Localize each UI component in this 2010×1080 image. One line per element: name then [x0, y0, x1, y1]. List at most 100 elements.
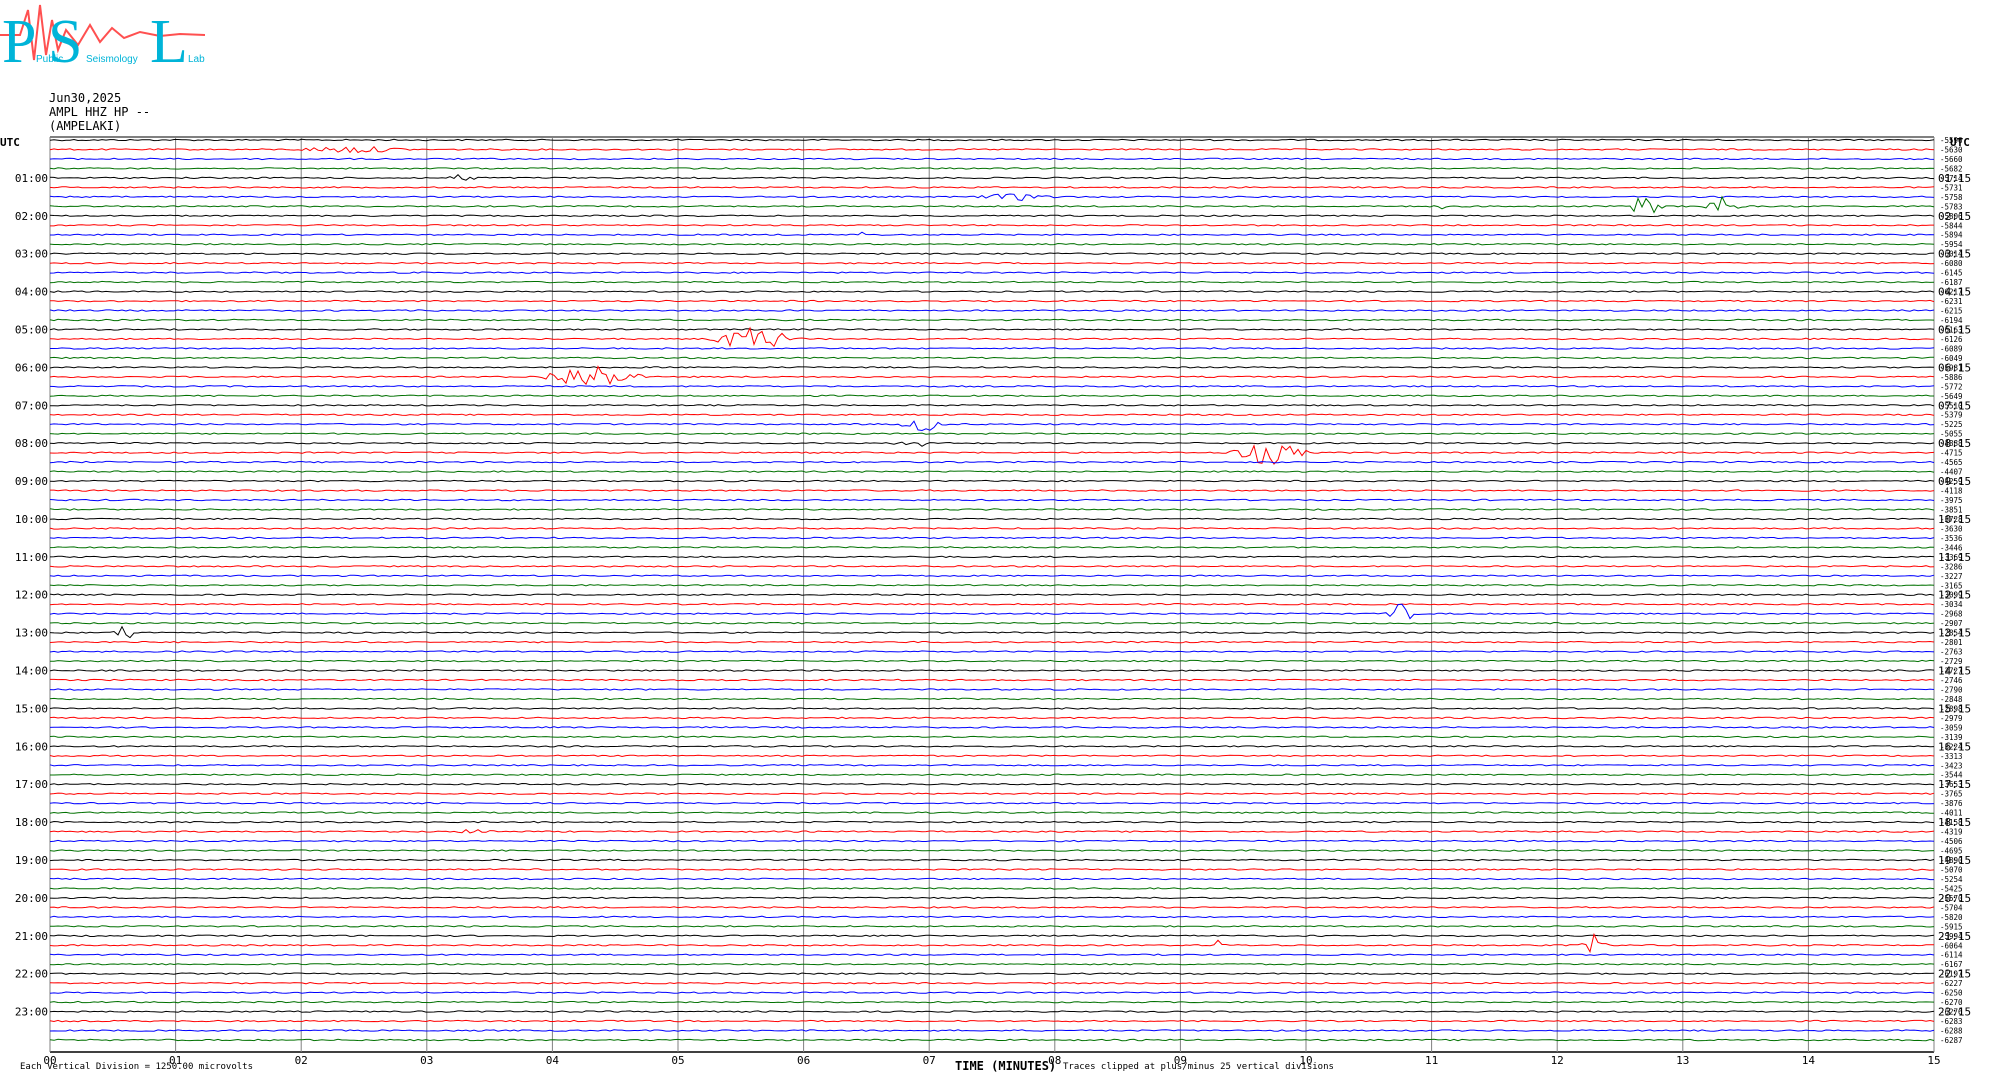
trace-offset-label: -3059	[1940, 723, 1963, 732]
seismic-trace-line	[49, 441, 1935, 447]
seismic-trace-line	[49, 145, 1935, 154]
seismic-trace-line	[49, 650, 1935, 653]
seismic-trace-line	[49, 460, 1935, 464]
x-tick-label: 12	[1551, 1054, 1564, 1067]
seismic-trace-line	[49, 688, 1935, 691]
x-tick-label: 15	[1927, 1054, 1940, 1067]
seismic-trace-line	[49, 173, 1935, 181]
right-hour-label: 02:15	[1938, 210, 1971, 223]
seismic-trace-line	[49, 1038, 1935, 1042]
seismic-trace-line	[49, 546, 1935, 549]
right-hour-label: 19:15	[1938, 854, 1971, 867]
right-hour-label: 20:15	[1938, 892, 1971, 905]
left-hour-label: 05:00	[15, 323, 48, 336]
seismic-trace-line	[49, 764, 1935, 767]
seismic-trace-line	[49, 517, 1935, 521]
seismic-trace-line	[49, 828, 1935, 834]
seismic-trace-line	[49, 214, 1935, 218]
left-hour-label: 18:00	[15, 816, 48, 829]
seismic-trace-line	[49, 413, 1935, 416]
right-hour-label: 08:15	[1938, 437, 1971, 450]
seismic-trace-line	[49, 242, 1935, 246]
seismic-trace-line	[49, 555, 1935, 559]
trace-offset-label: -5758	[1940, 193, 1963, 202]
seismic-trace-line	[49, 877, 1934, 881]
left-hour-label: 23:00	[15, 1006, 48, 1019]
right-hour-label: 07:15	[1938, 399, 1971, 412]
x-tick-label: 06	[797, 1054, 810, 1067]
left-hour-label: 20:00	[15, 892, 48, 905]
right-hour-label: 12:15	[1938, 589, 1971, 602]
trace-offset-label: -5820	[1940, 913, 1963, 922]
left-hour-label: 21:00	[15, 930, 48, 943]
left-hour-label: 02:00	[15, 210, 48, 223]
seismic-trace-line	[49, 782, 1935, 786]
seismic-trace-line	[49, 991, 1935, 994]
seismic-trace-line	[49, 138, 1935, 142]
seismic-trace-line	[49, 252, 1935, 255]
seismic-trace-line	[49, 280, 1935, 284]
axis-labels: 00 01 02 03 04 05 06 07 08 09 10 11 12 13 14 15-5596-56…	[0, 136, 1971, 1067]
seismic-trace-line	[49, 602, 1935, 606]
left-hour-label: 07:00	[15, 399, 48, 412]
trace-offset-label: -5772	[1940, 382, 1963, 391]
seismic-trace-line	[49, 820, 1935, 824]
right-hour-label: 03:15	[1938, 248, 1971, 261]
x-tick-label: 04	[546, 1054, 560, 1067]
seismic-trace-line	[49, 981, 1935, 985]
left-hour-label: 11:00	[15, 551, 48, 564]
right-hour-label: 17:15	[1938, 778, 1971, 791]
x-tick-label: 07	[923, 1054, 936, 1067]
seismic-trace-line	[49, 735, 1935, 739]
left-hour-label: 13:00	[15, 627, 48, 640]
seismic-trace-line	[49, 811, 1934, 814]
seismic-trace-line	[49, 356, 1935, 360]
right-hour-label: 15:15	[1938, 702, 1971, 715]
trace-offset-label: -5894	[1940, 231, 1963, 240]
right-hour-label: 05:15	[1938, 323, 1971, 336]
helicorder-plot: 00 01 02 03 04 05 06 07 08 09 10 11 12 13 14 15-5596-56…	[0, 136, 1971, 1067]
trace-offset-label: -6114	[1940, 951, 1963, 960]
left-hour-label: 09:00	[15, 475, 48, 488]
left-hour-label: 06:00	[15, 361, 48, 374]
seismic-trace-line	[49, 527, 1935, 530]
trace-offset-label: -6215	[1940, 307, 1963, 316]
seismic-trace-line	[50, 925, 1935, 928]
left-hour-label: 12:00	[15, 589, 48, 602]
seismic-trace-line	[49, 565, 1935, 568]
seismic-trace-line	[49, 470, 1935, 473]
trace-offset-label: -3423	[1940, 761, 1963, 770]
seismic-trace-line	[49, 868, 1935, 871]
trace-offset-label: -6288	[1940, 1027, 1963, 1036]
x-tick-label: 03	[420, 1054, 433, 1067]
seismic-trace-line	[49, 385, 1935, 388]
seismic-trace-line	[49, 934, 1935, 938]
right-hour-label: 22:15	[1938, 968, 1971, 981]
right-hour-label: 16:15	[1938, 740, 1971, 753]
seismic-trace-line	[49, 318, 1935, 322]
seismic-trace-line	[49, 167, 1935, 170]
seismic-trace-line	[49, 896, 1935, 900]
seismic-traces	[49, 138, 1935, 1042]
right-hour-label: 13:15	[1938, 627, 1971, 640]
x-tick-label: 11	[1425, 1054, 1438, 1067]
x-tick-label: 14	[1802, 1054, 1816, 1067]
trace-offset-label: -2763	[1940, 648, 1963, 657]
left-hour-label: 15:00	[15, 702, 48, 715]
trace-offset-label: -6287	[1940, 1036, 1963, 1045]
seismic-trace-line	[49, 754, 1935, 758]
trace-offset-label: -6145	[1940, 269, 1963, 278]
right-hour-label: 01:15	[1938, 172, 1971, 185]
trace-offset-label: -3536	[1940, 534, 1963, 543]
seismic-trace-line	[49, 479, 1935, 483]
vertical-scale-note: Each Vertical Division = 1250.00 microvo…	[20, 1062, 253, 1072]
left-hour-label: 04:00	[15, 286, 48, 299]
seismic-trace-line	[50, 224, 1934, 227]
seismic-trace-line	[49, 1029, 1935, 1032]
left-hour-label: 08:00	[15, 437, 48, 450]
seismic-trace-line	[49, 858, 1935, 862]
seismic-trace-line	[49, 584, 1935, 587]
seismic-trace-line	[49, 849, 1935, 852]
trace-offset-label: -3975	[1940, 496, 1963, 505]
seismic-trace-line	[49, 290, 1935, 293]
